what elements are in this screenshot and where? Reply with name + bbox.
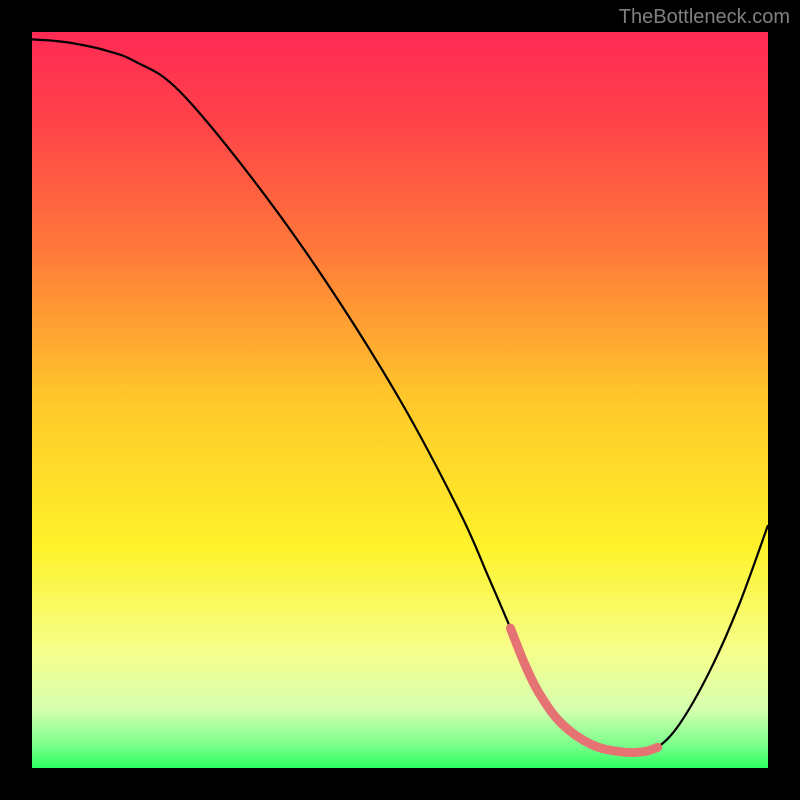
- chart-container: TheBottleneck.com: [0, 0, 800, 800]
- watermark-text: TheBottleneck.com: [619, 6, 790, 29]
- chart-svg: [0, 0, 800, 800]
